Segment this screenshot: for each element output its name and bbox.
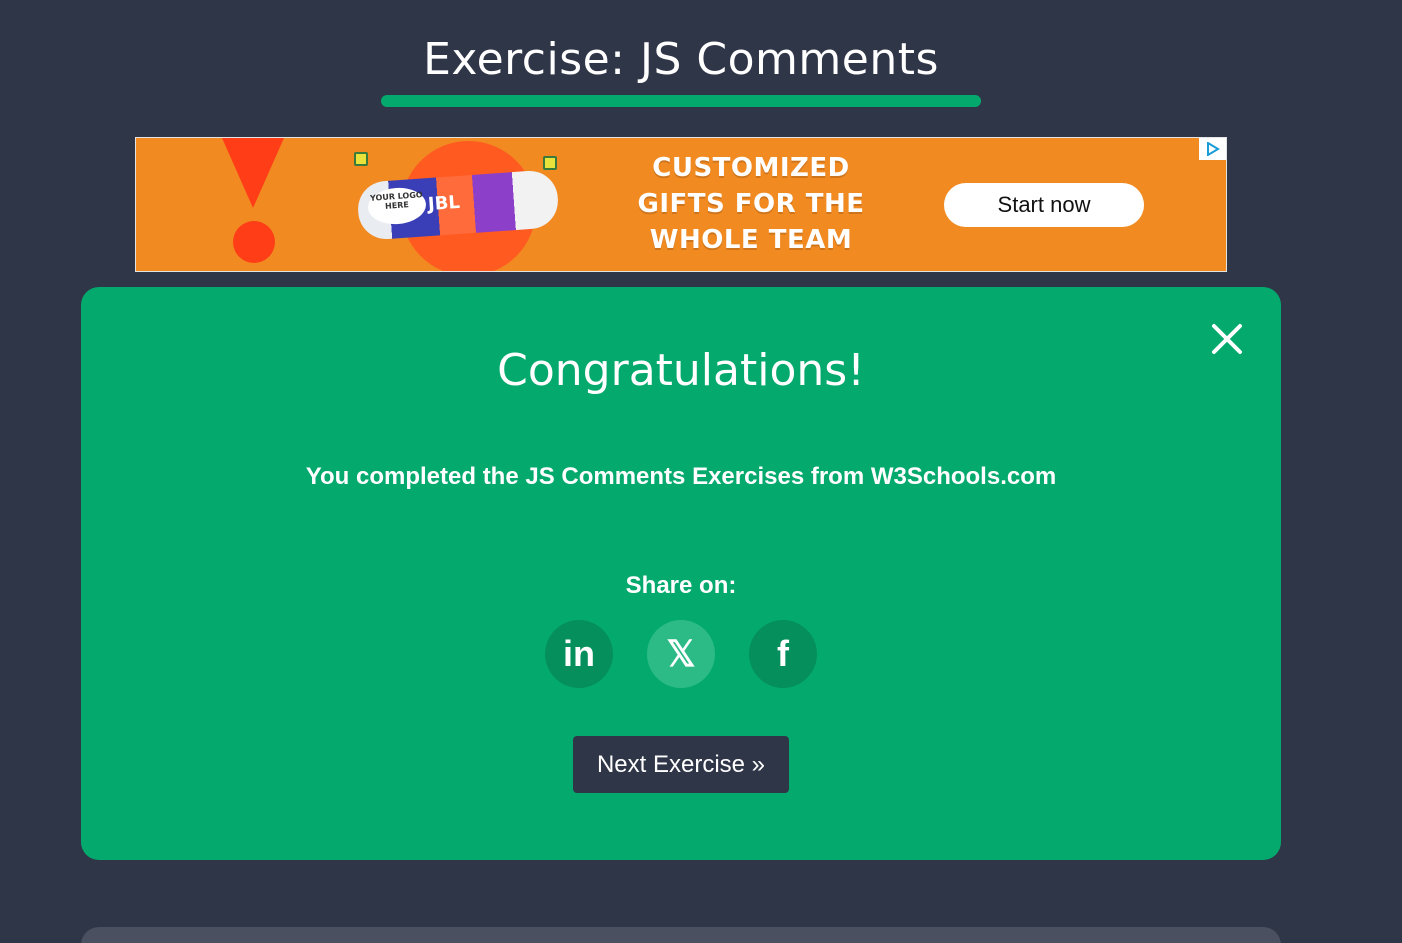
- modal-title: Congratulations!: [497, 345, 865, 396]
- share-label: Share on:: [625, 572, 737, 599]
- exclamation-mark-dot: [233, 221, 275, 263]
- bottom-panel: [81, 927, 1281, 943]
- x-share-button[interactable]: 𝕏: [647, 620, 715, 688]
- linkedin-share-button[interactable]: in: [545, 620, 613, 688]
- ad-headline-line-2: GIFTS FOR THE: [637, 189, 865, 219]
- ad-banner[interactable]: YOUR LOGO HERE JBL CUSTOMIZED GIFTS FOR …: [135, 137, 1227, 272]
- facebook-icon: f: [777, 633, 789, 674]
- exclamation-mark-bar: [222, 138, 284, 208]
- ad-headline-line-3: WHOLE TEAM: [649, 225, 853, 255]
- share-buttons: in 𝕏 f: [545, 620, 817, 688]
- next-exercise-button[interactable]: Next Exercise »: [573, 736, 789, 793]
- adchoices-icon[interactable]: [1199, 138, 1226, 160]
- gift-icon: [354, 152, 368, 166]
- ad-start-now-button[interactable]: Start now: [944, 183, 1144, 227]
- linkedin-icon: in: [563, 633, 595, 674]
- title-underline: [381, 95, 981, 107]
- speaker-brand-mark: JBL: [427, 191, 461, 216]
- congratulations-modal: Congratulations! You completed the JS Co…: [81, 287, 1281, 860]
- facebook-share-button[interactable]: f: [749, 620, 817, 688]
- ad-headline: CUSTOMIZED GIFTS FOR THE WHOLE TEAM: [606, 150, 896, 258]
- page-title: Exercise: JS Comments: [423, 34, 939, 85]
- gift-icon: [543, 156, 557, 170]
- completion-message: You completed the JS Comments Exercises …: [305, 463, 1057, 490]
- ad-headline-line-1: CUSTOMIZED: [652, 153, 850, 183]
- x-icon: 𝕏: [666, 633, 696, 674]
